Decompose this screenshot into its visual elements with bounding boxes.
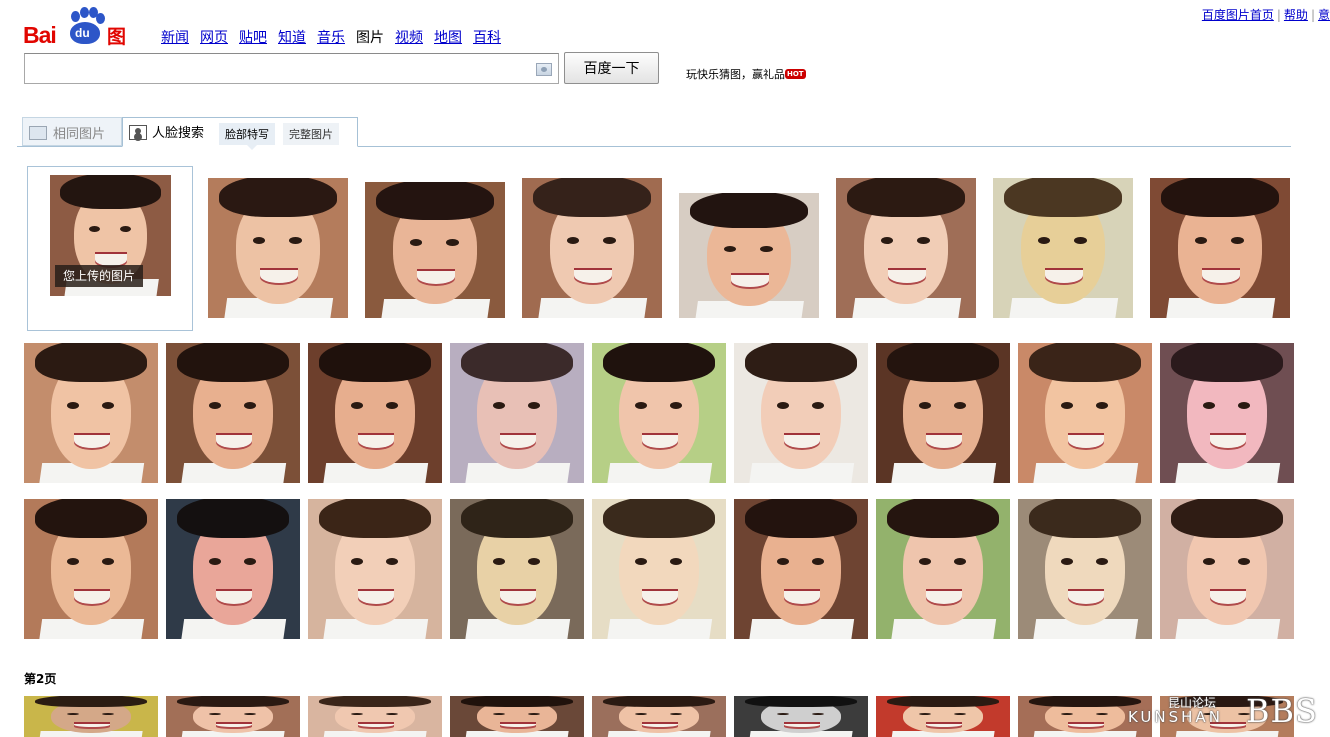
result-thumbnail[interactable]: [734, 343, 868, 483]
nav-item[interactable]: 新闻: [161, 30, 189, 46]
result-thumbnail[interactable]: [365, 182, 505, 318]
result-thumbnail[interactable]: [166, 696, 300, 737]
result-thumbnail[interactable]: [679, 193, 819, 318]
top-links: 百度图片首页 | 帮助 | 意: [1201, 8, 1330, 22]
result-thumbnail[interactable]: [1160, 499, 1294, 639]
hot-badge: HOT: [785, 69, 806, 79]
nav-item[interactable]: 地图: [434, 30, 462, 46]
promo: 玩快乐猜图，赢礼品 HOT: [686, 66, 806, 82]
result-thumbnail[interactable]: [1160, 343, 1294, 483]
uploaded-image-panel: 您上传的图片: [27, 166, 193, 331]
feedback-link[interactable]: 意: [1318, 8, 1330, 22]
result-thumbnail[interactable]: [308, 343, 442, 483]
image-upload-icon[interactable]: [536, 63, 552, 76]
result-thumbnail[interactable]: [308, 499, 442, 639]
result-thumbnail[interactable]: [734, 696, 868, 737]
result-thumbnail[interactable]: [876, 696, 1010, 737]
help-link[interactable]: 帮助: [1284, 8, 1308, 22]
result-thumbnail[interactable]: [166, 499, 300, 639]
logo-text: Bai: [23, 22, 57, 48]
person-icon: [129, 125, 147, 140]
search-input[interactable]: [25, 54, 525, 83]
result-thumbnail[interactable]: [522, 178, 662, 318]
tab-same-images[interactable]: 相同图片: [22, 117, 122, 146]
result-thumbnail[interactable]: [993, 178, 1133, 318]
logo-du: du: [75, 26, 90, 40]
image-icon: [29, 126, 47, 140]
result-thumbnail[interactable]: [876, 499, 1010, 639]
nav-item[interactable]: 百科: [473, 30, 501, 46]
nav-item[interactable]: 视频: [395, 30, 423, 46]
nav-item[interactable]: 贴吧: [239, 30, 267, 46]
product-nav: 新闻 网页 贴吧 知道 音乐 图片 视频 地图 百科: [161, 27, 512, 47]
nav-item: 图片: [356, 30, 384, 46]
image-home-link[interactable]: 百度图片首页: [1202, 8, 1274, 22]
result-tabs: 相同图片 人脸搜索 脸部特写 完整图片: [17, 117, 1291, 150]
subtab-full-image[interactable]: 完整图片: [283, 123, 339, 145]
nav-item[interactable]: 知道: [278, 30, 306, 46]
nav-item[interactable]: 音乐: [317, 30, 345, 46]
result-thumbnail[interactable]: [876, 343, 1010, 483]
result-thumbnail[interactable]: [734, 499, 868, 639]
result-thumbnail[interactable]: [836, 178, 976, 318]
result-thumbnail[interactable]: [24, 696, 158, 737]
result-thumbnail[interactable]: [450, 696, 584, 737]
result-thumbnail[interactable]: [24, 499, 158, 639]
result-thumbnail[interactable]: [1150, 178, 1290, 318]
result-thumbnail[interactable]: [1018, 343, 1152, 483]
result-thumbnail[interactable]: [308, 696, 442, 737]
subtab-facial-closeup[interactable]: 脸部特写: [219, 123, 275, 150]
paw-icon: du: [65, 7, 105, 44]
baidu-logo[interactable]: Bai du 图片: [23, 7, 143, 75]
watermark-en: KUNSHAN: [1128, 708, 1223, 726]
uploaded-image-caption: 您上传的图片: [55, 265, 143, 287]
result-thumbnail[interactable]: [24, 343, 158, 483]
result-thumbnail[interactable]: [208, 178, 348, 318]
watermark-bbs: BBS: [1246, 692, 1318, 730]
tab-same-label: 相同图片: [53, 127, 106, 142]
tab-face-label: 人脸搜索: [152, 126, 205, 141]
search-box: [24, 53, 559, 84]
result-thumbnail[interactable]: [450, 343, 584, 483]
result-thumbnail[interactable]: [592, 499, 726, 639]
tab-face-search[interactable]: 人脸搜索 脸部特写 完整图片: [122, 117, 358, 150]
page-2-label: 第2页: [24, 672, 57, 686]
result-thumbnail[interactable]: [1018, 499, 1152, 639]
result-thumbnail[interactable]: [450, 499, 584, 639]
search-button[interactable]: 百度一下: [564, 52, 659, 84]
nav-item[interactable]: 网页: [200, 30, 228, 46]
promo-link[interactable]: 玩快乐猜图，赢礼品: [686, 68, 785, 81]
result-thumbnail[interactable]: [592, 696, 726, 737]
result-thumbnail[interactable]: [166, 343, 300, 483]
result-thumbnail[interactable]: [592, 343, 726, 483]
